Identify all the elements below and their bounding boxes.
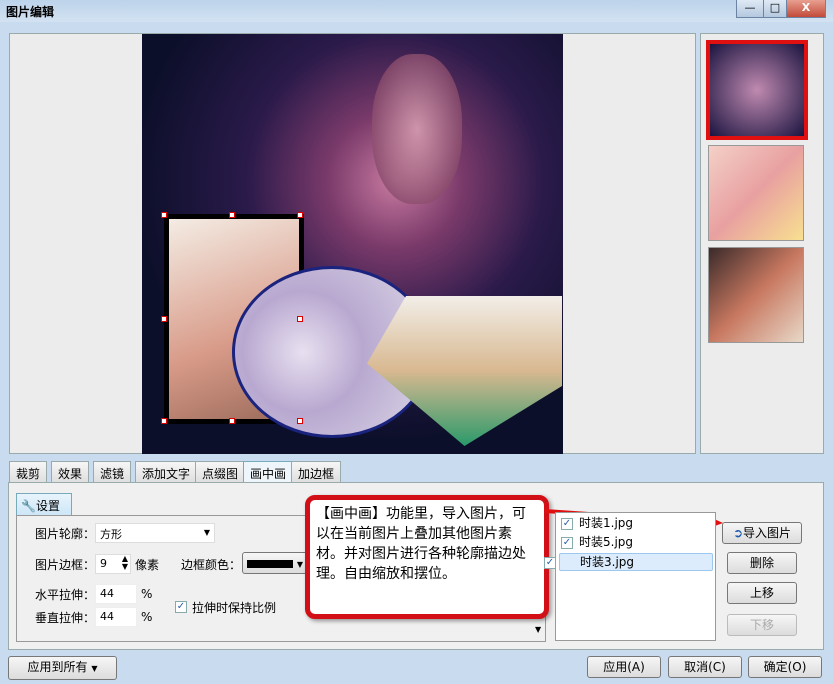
tab-crop[interactable]: 裁剪 <box>9 461 48 483</box>
h-stretch-label: 水平拉伸： <box>35 588 96 602</box>
resize-handle[interactable] <box>297 316 303 322</box>
window-title: 图片编辑 <box>6 5 55 19</box>
h-unit: % <box>141 587 153 601</box>
tab-filters[interactable]: 滤镜 <box>93 461 132 483</box>
keep-ratio-checkbox[interactable]: ✓ <box>175 601 187 613</box>
keep-ratio-label: 拉伸时保持比例 <box>192 601 277 615</box>
outline-select[interactable]: 方形 ▼ <box>95 523 215 543</box>
move-up-button[interactable]: 上移 <box>727 582 797 604</box>
close-button[interactable]: X <box>786 0 826 18</box>
chevron-down-icon: ▼ <box>296 560 303 569</box>
v-stretch-label: 垂直拉伸： <box>35 611 96 625</box>
portrait-figure <box>372 54 462 204</box>
file-checkbox[interactable]: ✓ <box>544 557 556 569</box>
tab-effects[interactable]: 效果 <box>51 461 90 483</box>
outline-value: 方形 <box>100 528 122 541</box>
file-name: 时装1.jpg <box>579 516 634 530</box>
file-item-selected[interactable]: ✓ 时装3.jpg <box>544 553 713 571</box>
file-checkbox[interactable]: ✓ <box>561 537 573 549</box>
thumbnail-3[interactable] <box>708 247 804 343</box>
scroll-down-icon[interactable]: ▼ <box>535 625 541 634</box>
image-canvas[interactable] <box>9 33 696 454</box>
import-label: 导入图片 <box>743 526 792 540</box>
apply-button[interactable]: 应用(A) <box>587 656 661 678</box>
v-unit: % <box>141 610 153 624</box>
resize-handle[interactable] <box>161 212 167 218</box>
apply-to-all-button[interactable]: 应用到所有 ▼ <box>8 656 117 680</box>
move-down-button[interactable]: 下移 <box>727 614 797 636</box>
delete-button[interactable]: 删除 <box>727 552 797 574</box>
tab-add-text[interactable]: 添加文字 <box>135 461 198 483</box>
import-image-button[interactable]: ➲导入图片 <box>722 522 802 544</box>
file-item[interactable]: ✓ 时装5.jpg <box>559 534 713 552</box>
wrench-icon: 🔧 <box>21 499 36 513</box>
h-stretch-value: 44 <box>100 587 114 600</box>
main-image <box>142 34 563 454</box>
thumbnail-2[interactable] <box>708 145 804 241</box>
apply-all-label: 应用到所有 <box>27 660 88 674</box>
v-stretch-input[interactable]: 44 <box>95 607 137 627</box>
tab-picture-in-picture[interactable]: 画中画 <box>243 461 294 483</box>
border-unit: 像素 <box>135 558 160 572</box>
tab-add-border[interactable]: 加边框 <box>291 461 342 483</box>
resize-handle[interactable] <box>297 212 303 218</box>
thumbnail-1[interactable] <box>706 40 808 140</box>
h-stretch-input[interactable]: 44 <box>95 584 137 604</box>
border-width-stepper[interactable]: 9 ▲ ▼ <box>95 554 131 574</box>
maximize-button[interactable]: □ <box>763 0 787 18</box>
resize-handle[interactable] <box>161 316 167 322</box>
resize-handle[interactable] <box>229 418 235 424</box>
file-checkbox[interactable]: ✓ <box>561 518 573 530</box>
cancel-button[interactable]: 取消(C) <box>668 656 742 678</box>
arrow-right-circle-icon: ➲ <box>732 526 744 540</box>
overlay-file-list[interactable]: ✓ 时装1.jpg ✓ 时装5.jpg ✓ 时装3.jpg <box>544 512 716 641</box>
thumbnail-panel <box>700 33 824 454</box>
v-stretch-value: 44 <box>100 610 114 623</box>
color-swatch <box>247 559 293 568</box>
chevron-down-icon: ▼ <box>91 664 98 673</box>
tab-decorations[interactable]: 点缀图 <box>195 461 246 483</box>
settings-tab[interactable]: 🔧设置 <box>16 493 72 515</box>
border-color-label: 边框颜色： <box>181 558 242 572</box>
annotation-callout: 【画中画】功能里，导入图片，可以在当前图片上叠加其他图片素材。并对图片进行各种轮… <box>305 495 549 619</box>
resize-handle[interactable] <box>229 212 235 218</box>
border-color-picker[interactable]: ▼ <box>242 552 308 574</box>
pip-overlay-pentagon[interactable] <box>367 296 562 446</box>
resize-handle[interactable] <box>161 418 167 424</box>
settings-tab-label: 设置 <box>35 499 60 513</box>
file-item[interactable]: ✓ 时装1.jpg <box>559 515 713 533</box>
file-name: 时装3.jpg <box>580 555 635 569</box>
spin-arrows-icon[interactable]: ▲ ▼ <box>122 555 128 571</box>
minimize-button[interactable]: — <box>736 0 764 18</box>
chevron-down-icon: ▼ <box>203 528 210 537</box>
resize-handle[interactable] <box>297 418 303 424</box>
title-bar <box>0 0 833 22</box>
file-name: 时装5.jpg <box>579 535 634 549</box>
outline-label: 图片轮廓： <box>35 527 96 541</box>
border-width-value: 9 <box>100 557 107 570</box>
border-label: 图片边框： <box>35 558 96 572</box>
ok-button[interactable]: 确定(O) <box>748 656 822 678</box>
